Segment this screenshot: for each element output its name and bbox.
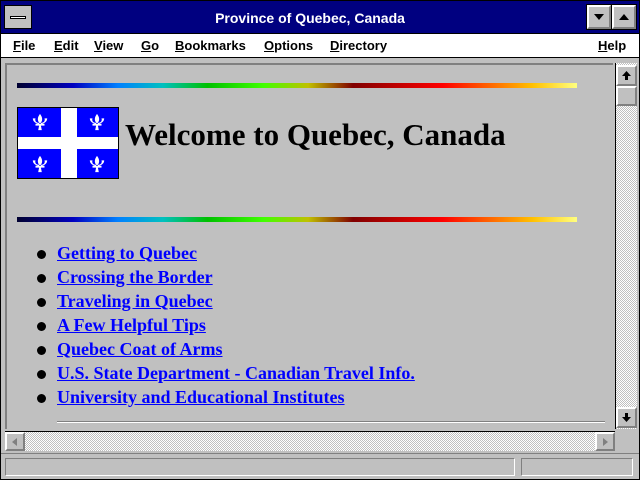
bullet-icon [37, 250, 46, 259]
bullet-icon [37, 346, 46, 355]
fleur-de-lis-icon [32, 155, 48, 173]
link-state-department-travel-info[interactable]: U.S. State Department - Canadian Travel … [57, 363, 415, 384]
arrow-right-icon [603, 438, 608, 446]
status-bar [1, 453, 639, 479]
link-helpful-tips[interactable]: A Few Helpful Tips [57, 315, 206, 336]
vertical-scrollbar[interactable] [615, 63, 637, 429]
scroll-thumb[interactable] [616, 86, 637, 106]
link-crossing-the-border[interactable]: Crossing the Border [57, 267, 213, 288]
menu-bar: File Edit View Go Bookmarks Options Dire… [1, 34, 639, 58]
bullet-icon [37, 322, 46, 331]
window-title: Province of Quebec, Canada [215, 10, 405, 26]
arrow-left-icon [12, 438, 17, 446]
horizontal-scrollbar[interactable] [5, 431, 615, 451]
rainbow-divider [17, 83, 577, 88]
menu-go[interactable]: Go [141, 38, 159, 53]
menu-edit[interactable]: Edit [54, 38, 79, 53]
fleur-de-lis-icon [32, 113, 48, 131]
scroll-up-button[interactable] [616, 65, 637, 86]
menu-file[interactable]: File [13, 38, 35, 53]
menu-help[interactable]: Help [598, 38, 626, 53]
arrow-up-icon [622, 71, 631, 80]
horizontal-rule [57, 421, 605, 423]
title-bar[interactable]: Province of Quebec, Canada [1, 1, 639, 34]
link-coat-of-arms[interactable]: Quebec Coat of Arms [57, 339, 222, 360]
browser-window: Province of Quebec, Canada File Edit Vie… [0, 0, 640, 480]
link-universities[interactable]: University and Educational Institutes [57, 387, 345, 408]
rainbow-divider [17, 217, 577, 222]
bullet-icon [37, 370, 46, 379]
minimize-arrow-icon [594, 14, 604, 20]
bullet-icon [37, 274, 46, 283]
menu-view[interactable]: View [94, 38, 123, 53]
page-title: Welcome to Quebec, Canada [125, 117, 506, 152]
status-text [5, 458, 515, 476]
page-content[interactable]: Welcome to Quebec, Canada Getting to Que… [5, 63, 613, 429]
progress-indicator [521, 458, 633, 476]
scroll-right-button[interactable] [595, 432, 615, 451]
menu-directory[interactable]: Directory [330, 38, 387, 53]
maximize-button[interactable] [611, 4, 637, 30]
scroll-left-button[interactable] [5, 432, 25, 451]
quebec-flag-icon [17, 107, 119, 179]
link-getting-to-quebec[interactable]: Getting to Quebec [57, 243, 197, 264]
scrollbar-corner [615, 431, 637, 451]
menu-options[interactable]: Options [264, 38, 313, 53]
menu-bookmarks[interactable]: Bookmarks [175, 38, 246, 53]
fleur-de-lis-icon [89, 113, 105, 131]
minimize-button[interactable] [586, 4, 612, 30]
system-menu-icon[interactable] [4, 5, 32, 29]
bullet-icon [37, 298, 46, 307]
scroll-down-button[interactable] [616, 407, 637, 428]
fleur-de-lis-icon [89, 155, 105, 173]
bullet-icon [37, 394, 46, 403]
arrow-down-icon [622, 413, 631, 422]
maximize-arrow-icon [619, 14, 629, 20]
link-traveling-in-quebec[interactable]: Traveling in Quebec [57, 291, 213, 312]
